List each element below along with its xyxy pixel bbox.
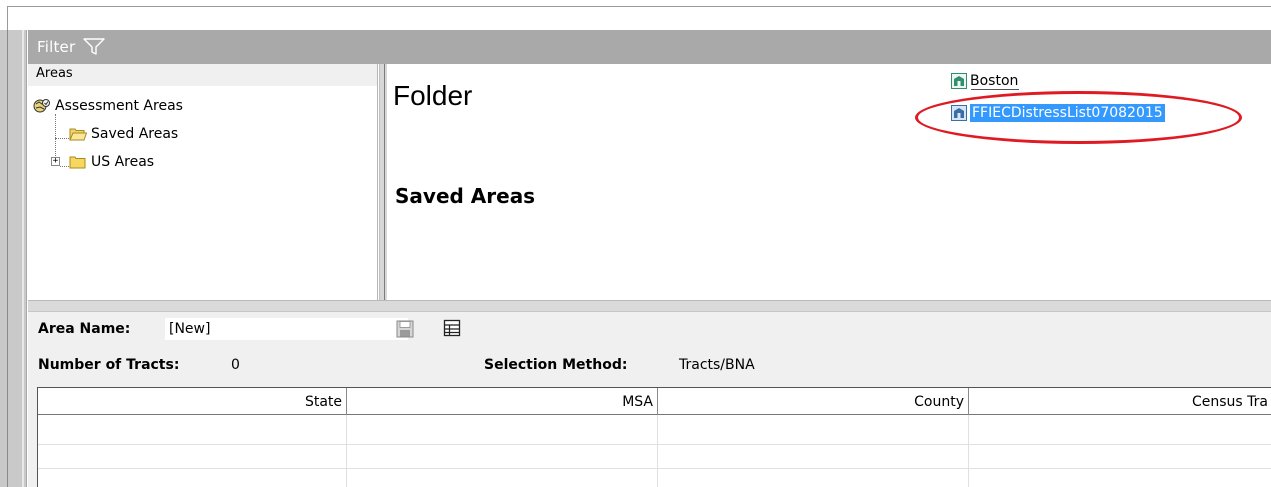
- tracts-grid[interactable]: State MSA County Census Tra: [37, 387, 1271, 487]
- area-icon: [951, 73, 967, 89]
- area-icon: [951, 105, 967, 121]
- tree-item-label: Assessment Areas: [55, 98, 183, 114]
- folder-icon: [69, 154, 87, 170]
- selection-method-label: Selection Method:: [484, 357, 628, 373]
- assessment-areas-icon: [33, 98, 51, 114]
- tree-item-label: Saved Areas: [91, 126, 179, 142]
- area-name-label: Area Name:: [38, 321, 131, 337]
- tree-item-us-areas[interactable]: + US Areas: [28, 148, 377, 176]
- column-header-state[interactable]: State: [38, 388, 347, 415]
- funnel-icon[interactable]: [83, 38, 106, 56]
- splitter-grip: [384, 64, 385, 300]
- areas-header: Areas: [28, 64, 377, 86]
- strike-line: [971, 89, 1019, 90]
- left-side-rail: [0, 30, 27, 487]
- tree-item-label: US Areas: [91, 154, 155, 170]
- areas-tree: Assessment Areas Saved Areas + US Areas: [28, 86, 377, 176]
- filter-bar[interactable]: Filter: [28, 30, 1271, 64]
- rail-line: [7, 30, 8, 487]
- window-top-border: [7, 6, 1271, 7]
- area-item-ffiec-distress-list[interactable]: FFIECDistressList07082015: [951, 104, 1165, 122]
- window-top-area: [0, 0, 1271, 30]
- column-header-census-tract[interactable]: Census Tra: [969, 388, 1271, 415]
- area-item-label: FFIECDistressList07082015: [970, 104, 1165, 122]
- expand-toggle[interactable]: +: [51, 157, 60, 166]
- area-item-label: Boston: [970, 73, 1019, 89]
- table-icon[interactable]: [443, 319, 461, 337]
- area-item-boston[interactable]: Boston: [951, 73, 1018, 89]
- tracts-label: Number of Tracts:: [38, 357, 180, 373]
- tracts-value: 0: [231, 357, 240, 373]
- folder-open-icon: [69, 126, 88, 142]
- horizontal-splitter[interactable]: [28, 300, 1271, 312]
- grid-header: State MSA County Census Tra: [38, 388, 1271, 415]
- save-icon[interactable]: [396, 320, 414, 338]
- tree-item-assessment-areas[interactable]: Assessment Areas: [28, 92, 377, 120]
- vertical-splitter[interactable]: [379, 64, 387, 300]
- grid-row-line: [38, 468, 1271, 469]
- grid-col-line: [657, 415, 658, 487]
- folder-subtitle: Saved Areas: [395, 184, 536, 208]
- grid-col-line: [968, 415, 969, 487]
- tree-item-saved-areas[interactable]: Saved Areas: [28, 120, 377, 148]
- rail-highlight: [22, 30, 24, 487]
- grid-col-line: [346, 415, 347, 487]
- selection-method-value: Tracts/BNA: [679, 357, 755, 373]
- area-name-input[interactable]: [New]: [164, 317, 409, 341]
- column-header-msa[interactable]: MSA: [347, 388, 658, 415]
- column-header-county[interactable]: County: [658, 388, 969, 415]
- folder-panel: Folder Saved Areas: [387, 64, 1271, 300]
- areas-panel: Areas Assessment Areas Saved Areas + US …: [28, 64, 378, 300]
- folder-title: Folder: [393, 80, 473, 111]
- filter-label: Filter: [37, 38, 76, 56]
- grid-row-line: [38, 444, 1271, 445]
